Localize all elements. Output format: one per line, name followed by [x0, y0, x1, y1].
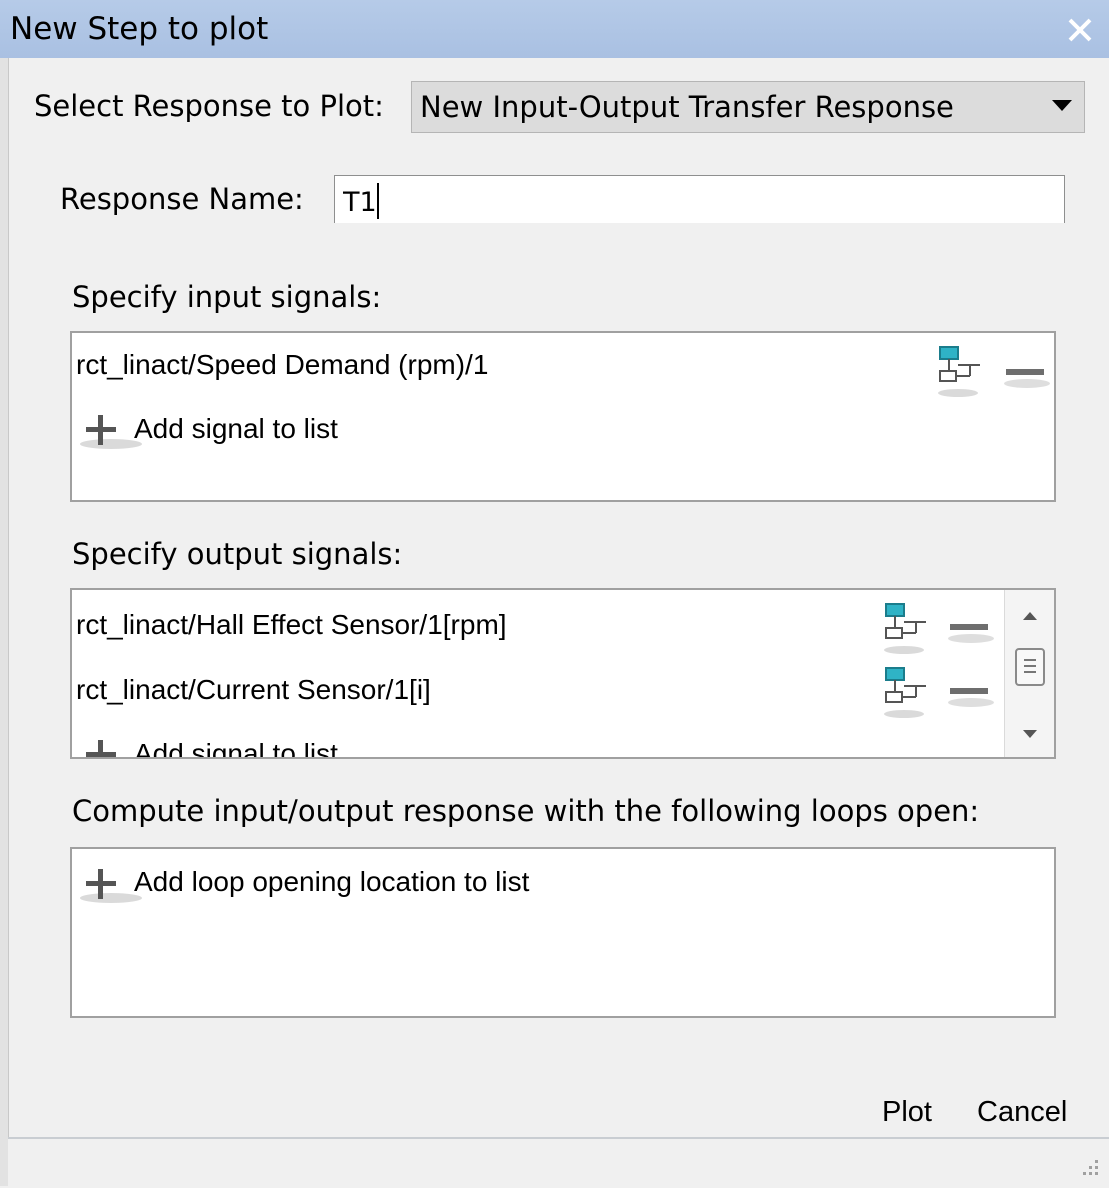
scrollbar-thumb[interactable] — [1015, 648, 1045, 686]
window-title: New Step to plot — [10, 11, 269, 47]
output-list-scrollbar[interactable] — [1004, 590, 1054, 757]
scroll-up-arrow-icon[interactable] — [1023, 612, 1037, 620]
title-bar: New Step to plot — [0, 0, 1109, 58]
add-input-signal-link[interactable]: Add signal to list — [134, 413, 338, 445]
add-output-signal-link[interactable]: Add signal to list — [134, 738, 338, 757]
loops-heading: Compute input/output response with the f… — [72, 794, 980, 828]
chevron-down-icon[interactable] — [1052, 100, 1072, 111]
plot-button[interactable]: Plot — [882, 1096, 932, 1129]
status-bar — [8, 1137, 1109, 1188]
response-type-selected: New Input-Output Transfer Response — [420, 90, 954, 124]
output-signals-list: rct_linact/Hall Effect Sensor/1[rpm] rct… — [70, 588, 1056, 759]
remove-signal-icon[interactable] — [1004, 365, 1050, 389]
select-signal-from-model-icon[interactable] — [882, 602, 932, 658]
response-name-label: Response Name: — [60, 182, 304, 216]
select-response-label: Select Response to Plot: — [34, 89, 384, 123]
scroll-down-arrow-icon[interactable] — [1023, 730, 1037, 738]
response-name-input[interactable] — [334, 175, 1065, 223]
resize-grip-icon[interactable] — [1079, 1156, 1101, 1182]
select-signal-from-model-icon[interactable] — [936, 345, 986, 401]
output-signal-item[interactable]: rct_linact/Hall Effect Sensor/1[rpm] — [76, 609, 507, 641]
input-signal-item[interactable]: rct_linact/Speed Demand (rpm)/1 — [76, 349, 488, 381]
window-left-border — [0, 58, 9, 1186]
plus-icon[interactable] — [80, 869, 142, 903]
plus-icon[interactable] — [80, 415, 142, 449]
remove-signal-icon[interactable] — [948, 684, 994, 708]
select-signal-from-model-icon[interactable] — [882, 666, 932, 722]
text-caret — [377, 183, 379, 219]
input-signals-heading: Specify input signals: — [72, 280, 382, 314]
output-signal-item[interactable]: rct_linact/Current Sensor/1[i] — [76, 674, 431, 706]
response-type-dropdown[interactable]: New Input-Output Transfer Response — [411, 81, 1085, 133]
cancel-button[interactable]: Cancel — [977, 1096, 1067, 1129]
output-signals-heading: Specify output signals: — [72, 537, 403, 571]
remove-signal-icon[interactable] — [948, 620, 994, 644]
add-loop-opening-link[interactable]: Add loop opening location to list — [134, 866, 529, 898]
close-icon[interactable] — [1065, 10, 1095, 44]
plus-icon[interactable] — [86, 740, 116, 757]
loop-openings-list: Add loop opening location to list — [70, 847, 1056, 1018]
input-signals-list: rct_linact/Speed Demand (rpm)/1 Add sign… — [70, 331, 1056, 502]
